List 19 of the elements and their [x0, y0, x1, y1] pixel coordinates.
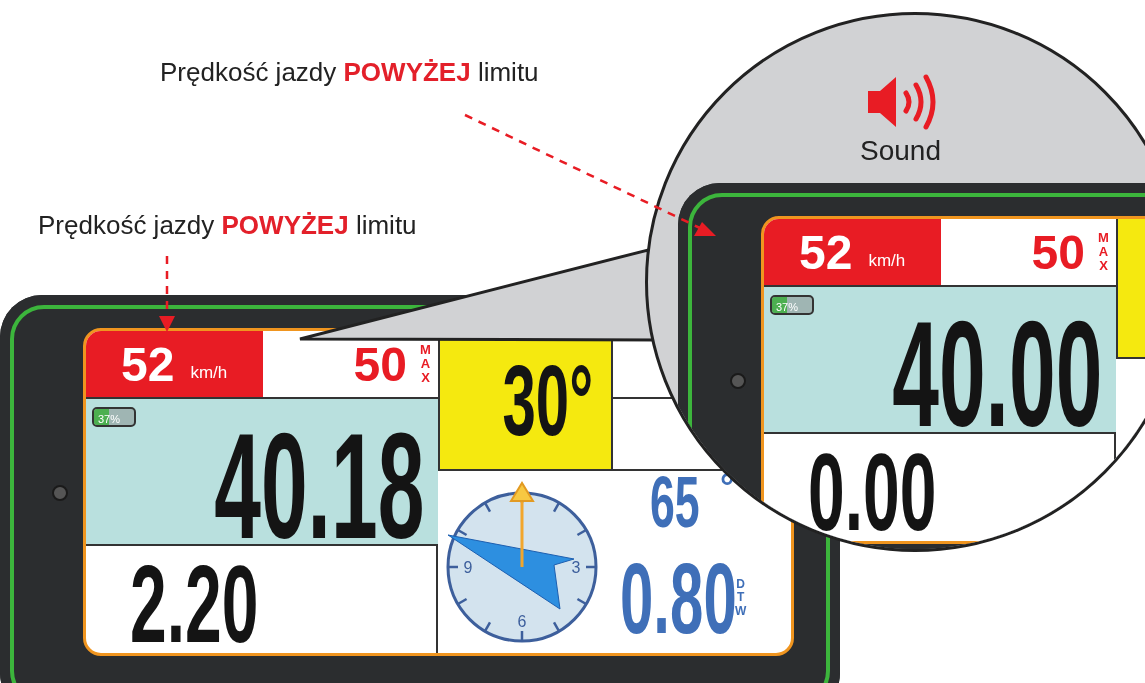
- callout-caption: Prędkość jazdy POWYŻEJ limitu: [38, 210, 417, 241]
- camera-icon: [52, 485, 68, 501]
- bearing-value: 65: [650, 466, 700, 538]
- heading-value: 30°: [502, 342, 593, 458]
- distance-label: DTW: [734, 578, 747, 618]
- limit-label: MAX: [419, 342, 432, 386]
- speed-unit: km/h: [868, 251, 906, 271]
- limit-value: 50: [353, 336, 407, 392]
- callout-caption: Prędkość jazdy POWYŻEJ limitu: [160, 57, 539, 88]
- battery-percent: 37%: [775, 301, 799, 313]
- limit-value: 50: [1031, 224, 1085, 280]
- battery-percent: 37%: [97, 413, 121, 425]
- speed-unit: km/h: [190, 363, 228, 383]
- speed-value: 52: [121, 336, 175, 392]
- limit-label: MAX: [1097, 230, 1110, 274]
- camera-icon: [730, 373, 746, 389]
- sound-label: Sound: [860, 135, 941, 167]
- speaker-icon: [866, 73, 938, 131]
- speed-value: 52: [799, 224, 853, 280]
